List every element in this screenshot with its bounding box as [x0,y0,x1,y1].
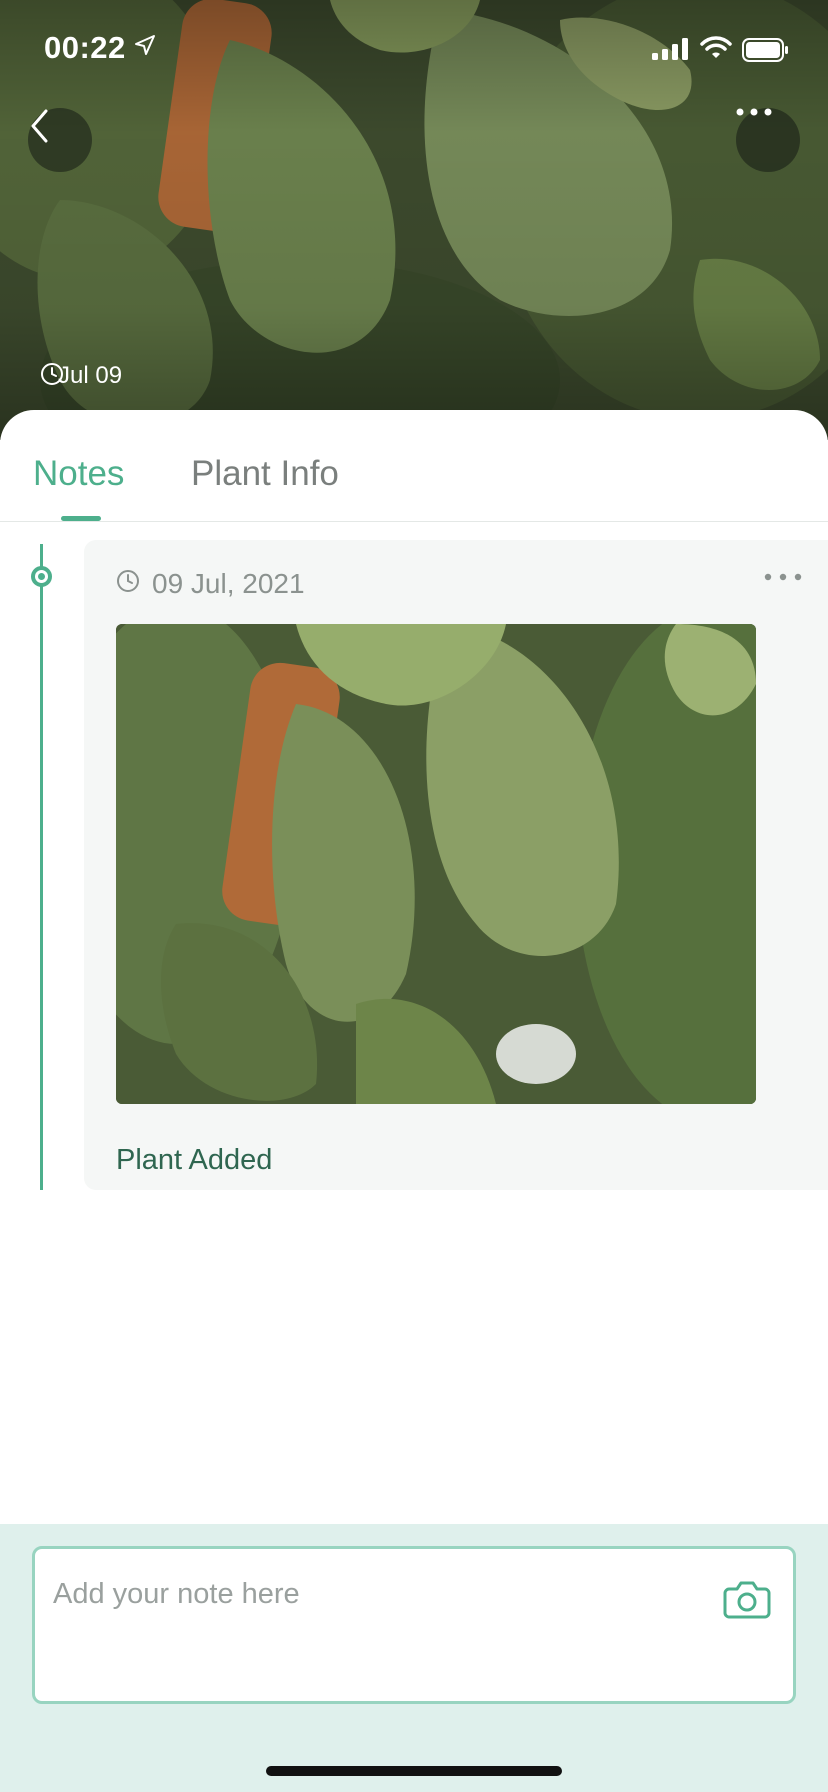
entry-photo[interactable] [116,624,756,1104]
plant-photo-thumbnail [116,624,756,1104]
entry-more-button[interactable] [764,568,802,586]
hero-date: Jul 09 [40,362,122,390]
more-horizontal-icon [764,568,802,585]
status-time: 00:22 [44,30,126,65]
note-input[interactable] [53,1569,713,1619]
note-input-box[interactable] [32,1546,796,1704]
camera-icon [723,1581,771,1623]
active-tab-indicator [61,516,101,521]
timeline-dot [31,566,52,587]
entry-date-label: 09 Jul, 2021 [152,568,305,599]
clock-icon [116,568,140,600]
plant-hero-photo: 00:22 Jul 09 [0,0,828,440]
camera-button[interactable] [723,1579,775,1627]
back-button[interactable] [28,108,92,172]
more-options-button[interactable] [736,108,800,172]
hero-date-label: Jul 09 [58,362,123,389]
note-composer [0,1524,828,1792]
entry-note-text: Plant Added [116,1144,273,1176]
timeline-entry-card[interactable]: 09 Jul, 2021 Plant Added [84,540,828,1190]
tab-bar: Notes Plant Info [0,410,828,522]
tab-plant-info[interactable]: Plant Info [191,454,339,494]
tab-notes[interactable]: Notes [33,454,124,494]
home-indicator [266,1766,562,1776]
status-bar: 00:22 [0,0,828,100]
entry-date: 09 Jul, 2021 [116,568,305,600]
timeline-line [40,544,43,1190]
